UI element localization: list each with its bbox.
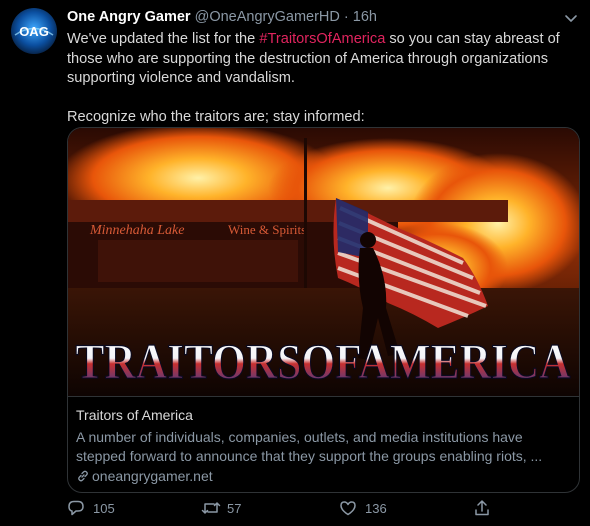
share-button[interactable] <box>473 499 497 519</box>
card-image-title-text: TRAITORSOFAMERICA <box>76 333 571 389</box>
display-name[interactable]: One Angry Gamer <box>67 9 191 25</box>
tweet-timestamp[interactable]: 16h <box>353 9 377 25</box>
link-icon <box>78 470 88 482</box>
reply-button[interactable]: 105 <box>67 499 127 519</box>
avatar-text: OAG <box>19 24 49 39</box>
avatar[interactable]: OAG <box>11 8 57 54</box>
tweet-paragraph-2: Recognize who the traitors are; stay inf… <box>67 109 365 125</box>
like-count: 136 <box>365 501 387 516</box>
avatar-logo-icon: OAG <box>11 8 57 54</box>
retweet-count: 57 <box>227 501 242 516</box>
card-image[interactable]: Minnehaha Lake Wine & Spirits TRAITORSOF… <box>68 128 579 396</box>
more-options-chevron-icon[interactable] <box>562 9 580 27</box>
tweet-actions: 105 57 136 <box>67 499 567 519</box>
card-domain[interactable]: oneangrygamer.net <box>76 468 213 484</box>
retweet-icon <box>201 502 221 514</box>
tweet-text-part-1: We've updated the list for the <box>67 31 260 47</box>
hashtag-link[interactable]: #TraitorsOfAmerica <box>259 31 385 47</box>
retweet-button[interactable]: 57 <box>201 499 261 519</box>
card-title[interactable]: Traitors of America <box>76 407 193 423</box>
card-description: A number of individuals, companies, outl… <box>76 429 543 464</box>
heart-icon <box>340 501 356 516</box>
header-separator: · <box>343 9 349 25</box>
tweet-paragraph-1: We've updated the list for the #Traitors… <box>67 30 582 89</box>
reply-icon <box>68 500 84 516</box>
share-icon <box>475 500 489 516</box>
tweet-text: We've updated the list for the #Traitors… <box>67 30 582 128</box>
card-domain-text: oneangrygamer.net <box>92 468 213 484</box>
user-handle[interactable]: @OneAngryGamerHD <box>195 9 340 25</box>
tweet-header: One Angry Gamer @OneAngryGamerHD · 16h <box>67 9 557 29</box>
tweet[interactable]: OAG One Angry Gamer @OneAngryGamerHD · 1… <box>0 0 590 526</box>
like-button[interactable]: 136 <box>339 499 399 519</box>
store-sign-text: Minnehaha Lake <box>89 223 184 238</box>
store-sign-text-2: Wine & Spirits <box>228 222 306 237</box>
card-meta[interactable]: Traitors of America A number of individu… <box>68 396 579 492</box>
reply-count: 105 <box>93 501 115 516</box>
link-card[interactable]: Minnehaha Lake Wine & Spirits TRAITORSOF… <box>67 127 580 493</box>
